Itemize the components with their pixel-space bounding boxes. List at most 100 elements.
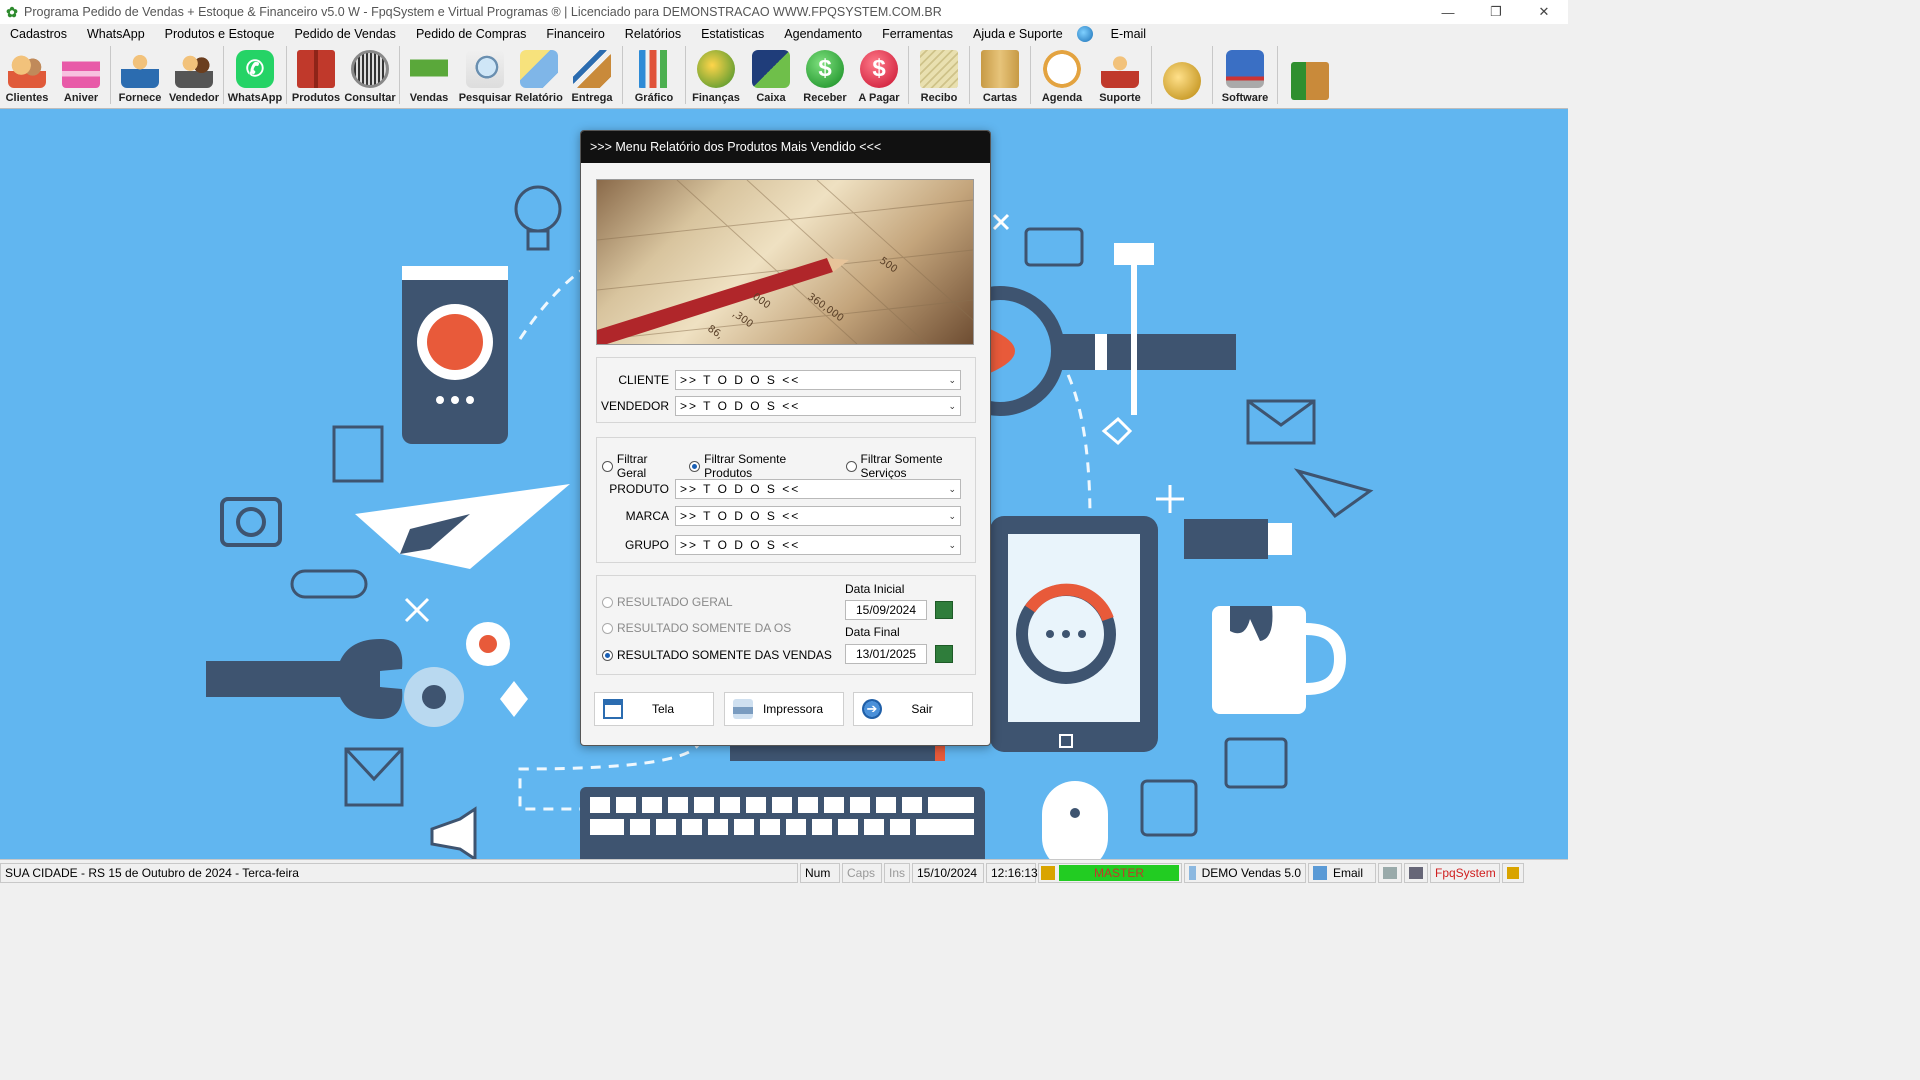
toolbar-consultar-button[interactable]: Consultar [343,44,397,106]
filtrar-produtos-radio[interactable]: Filtrar Somente Produtos [689,452,835,480]
status-date: 15/10/2024 [912,862,984,883]
data-inicial-input[interactable]: 15/09/2024 [845,600,927,620]
chevron-down-icon[interactable]: ⌄ [948,484,956,495]
close-button[interactable]: ✕ [1520,0,1568,24]
menu-email[interactable]: E-mail [1101,27,1156,41]
barcode-icon [351,50,389,88]
printer-icon [1383,866,1397,879]
menu-ferramentas[interactable]: Ferramentas [872,27,963,41]
minimize-button[interactable]: — [1424,0,1472,24]
photo-number-5: 86, [705,323,724,341]
toolbar-relatorio-button[interactable]: Relatório [514,44,564,106]
toolbar-separator [110,46,111,104]
restore-button[interactable]: ❐ [1472,0,1520,24]
toolbar-clientes-button[interactable]: Clientes [0,44,54,106]
menu-estatisticas[interactable]: Estatisticas [691,27,774,41]
filtrar-servicos-radio[interactable]: Filtrar Somente Serviços [845,452,990,480]
status-monitor[interactable] [1404,862,1428,883]
impressora-button[interactable]: Impressora [724,692,844,726]
toolbar-financas-button[interactable]: Finanças [688,44,744,106]
dialog-title: >>> Menu Relatório dos Produtos Mais Ven… [590,140,882,154]
radio-off-icon [845,460,857,472]
hand-truck-icon [573,50,611,88]
toolbar-receber-label: Receber [803,92,847,104]
grupo-select[interactable]: >> T O D O S << ⌄ [675,535,961,555]
status-email[interactable]: Email [1308,862,1376,883]
app-logo-icon: ✿ [6,4,18,20]
menu-pedido-compras[interactable]: Pedido de Compras [406,27,536,41]
toolbar-recibo-label: Recibo [920,92,958,104]
menu-agendamento[interactable]: Agendamento [774,27,872,41]
calendar-icon[interactable] [935,645,953,663]
data-inicial-label-row: Data Inicial [845,582,904,596]
toolbar-separator [908,46,909,104]
status-version: DEMO Vendas 5.0 [1184,862,1306,883]
toolbar-receber-button[interactable]: $ Receber [798,44,852,106]
menu-whatsapp[interactable]: WhatsApp [77,27,155,41]
chevron-down-icon[interactable]: ⌄ [948,375,956,386]
toolbar-pesquisar-button[interactable]: Pesquisar [456,44,514,106]
sair-button[interactable]: ➔ Sair [853,692,973,726]
toolbar-fornece-button[interactable]: Fornece [113,44,167,106]
data-inicial-label: Data Inicial [845,582,905,596]
toolbar-grafico-label: Gráfico [634,92,674,104]
marca-select[interactable]: >> T O D O S << ⌄ [675,506,961,526]
menu-cadastros[interactable]: Cadastros [0,27,77,41]
status-user-badge: MASTER [1059,864,1179,881]
toolbar-aniver-button[interactable]: Aniver [54,44,108,106]
calendar-icon[interactable] [935,601,953,619]
toolbar-suporte-button[interactable]: Suporte [1091,44,1149,106]
produto-select[interactable]: >> T O D O S << ⌄ [675,479,961,499]
chevron-down-icon[interactable]: ⌄ [948,511,956,522]
data-final-row: 13/01/2025 [845,644,953,664]
toolbar-vendas-button[interactable]: Vendas [402,44,456,106]
produto-row: PRODUTO >> T O D O S << ⌄ [589,479,961,499]
globe-icon[interactable] [1076,26,1093,42]
chevron-down-icon[interactable]: ⌄ [948,540,956,551]
chevron-down-icon[interactable]: ⌄ [948,401,956,412]
menu-pedido-vendas[interactable]: Pedido de Vendas [284,27,405,41]
menu-ajuda-suporte[interactable]: Ajuda e Suporte [963,27,1073,41]
resultado-geral-radio[interactable]: RESULTADO GERAL [602,595,733,609]
menu-relatorios[interactable]: Relatórios [615,27,691,41]
toolbar-suporte-label: Suporte [1099,92,1141,104]
search-icon [466,50,504,88]
dialog-titlebar[interactable]: >>> Menu Relatório dos Produtos Mais Ven… [581,131,990,163]
salesman-icon [175,50,213,88]
resultado-os-radio[interactable]: RESULTADO SOMENTE DA OS [602,621,791,635]
toolbar-vendedor-button[interactable]: Vendedor [167,44,221,106]
cliente-select[interactable]: >> T O D O S << ⌄ [675,370,961,390]
vendedor-select[interactable]: >> T O D O S << ⌄ [675,396,961,416]
supplier-icon [121,50,159,88]
toolbar-entrega-button[interactable]: Entrega [564,44,620,106]
toolbar-apagar-button[interactable]: $ A Pagar [852,44,906,106]
menu-financeiro[interactable]: Financeiro [536,27,614,41]
filtrar-geral-radio[interactable]: Filtrar Geral [602,452,679,480]
toolbar-software-button[interactable]: Software [1215,44,1275,106]
toolbar-coins-button[interactable] [1154,44,1210,106]
marca-row: MARCA >> T O D O S << ⌄ [589,506,961,526]
resultado-vendas-radio[interactable]: RESULTADO SOMENTE DAS VENDAS [602,648,832,662]
bar-chart-icon [635,50,673,88]
status-user: MASTER [1038,862,1182,883]
toolbar-grafico-button[interactable]: Gráfico [625,44,683,106]
toolbar-produtos-label: Produtos [291,92,341,104]
tela-button[interactable]: Tela [594,692,714,726]
status-num-text: Num [805,865,831,880]
toolbar-caixa-button[interactable]: Caixa [744,44,798,106]
toolbar-cartas-button[interactable]: Cartas [972,44,1028,106]
dollar-green-icon: $ [806,50,844,88]
toolbar-entrega-label: Entrega [571,92,613,104]
status-num: Num [800,862,840,883]
toolbar-separator [1277,46,1278,104]
toolbar-exit-button[interactable] [1280,44,1340,106]
status-printer[interactable] [1378,862,1402,883]
toolbar-agenda-button[interactable]: Agenda [1033,44,1091,106]
grupo-label: GRUPO [624,538,669,552]
pencil-spreadsheet-photo: 500 360,000 ,300 000 86, [596,179,974,345]
data-final-input[interactable]: 13/01/2025 [845,644,927,664]
menu-produtos-estoque[interactable]: Produtos e Estoque [155,27,285,41]
toolbar-recibo-button[interactable]: Recibo [911,44,967,106]
toolbar-whatsapp-button[interactable]: ✆ WhatsApp [226,44,284,106]
toolbar-produtos-button[interactable]: Produtos [289,44,343,106]
